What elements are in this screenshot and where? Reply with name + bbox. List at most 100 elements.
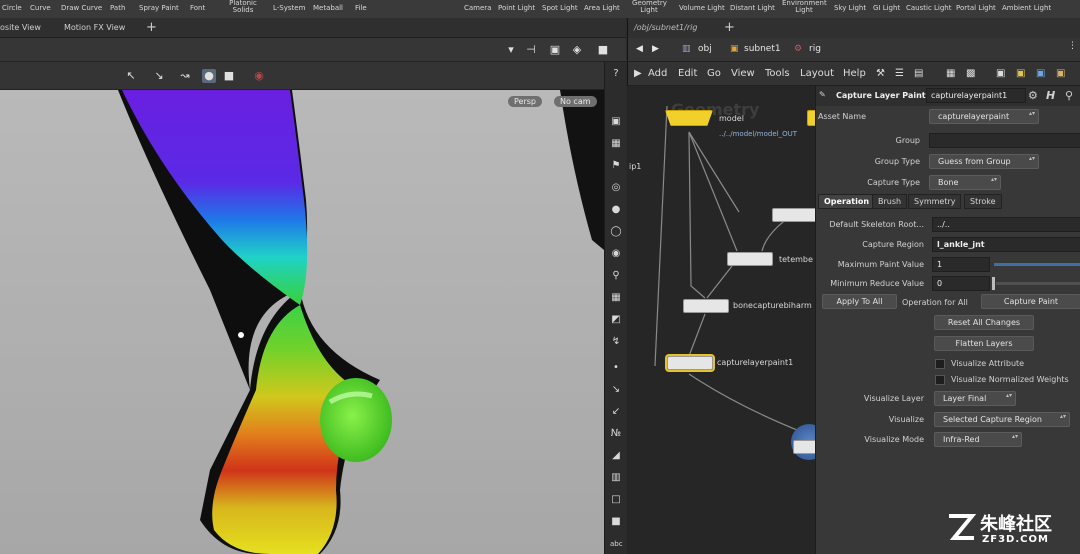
min-reduce-slider[interactable] [996, 282, 1080, 285]
tetembed-node[interactable] [727, 252, 773, 266]
display-icon[interactable]: ▣ [610, 116, 622, 128]
capture-region-field[interactable]: l_ankle_jnt [932, 237, 1080, 252]
output-node[interactable] [793, 440, 817, 454]
gear-icon[interactable]: ⚙ [1028, 89, 1038, 102]
frame-icon[interactable]: ▥ [610, 472, 622, 484]
shelf-tool-point-light[interactable]: Point Light [498, 4, 535, 12]
shelf-tool-draw-curve[interactable]: Draw Curve [61, 4, 102, 12]
tree-icon[interactable]: ☰ [895, 68, 904, 79]
pose-icon[interactable]: ↝ [178, 69, 192, 83]
wrangle-node[interactable] [772, 208, 817, 222]
min-reduce-field[interactable]: 0 [932, 276, 990, 291]
point-icon[interactable]: • [610, 362, 622, 374]
min-reduce-slider-handle[interactable] [992, 277, 995, 290]
shelf-tool-path[interactable]: Path [110, 4, 125, 12]
capturelayerpaint-node[interactable] [665, 354, 715, 372]
snap-icon[interactable]: ⚲ [610, 270, 622, 282]
record-icon[interactable]: ◉ [252, 69, 266, 83]
shelf-tool-volume-light[interactable]: Volume Light [679, 4, 725, 12]
light-icon[interactable]: ◉ [610, 248, 622, 260]
shelf-tool-geometry-light[interactable]: Geometry Light [632, 0, 667, 14]
group-type-dropdown[interactable]: Guess from Group [929, 154, 1039, 169]
asset-name-dropdown[interactable]: capturelayerpaint [929, 109, 1039, 124]
bonecapture-node[interactable] [683, 299, 729, 313]
reset-all-button[interactable]: Reset All Changes [934, 315, 1034, 330]
capture-type-dropdown[interactable]: Bone [929, 175, 1001, 190]
operation-all-dropdown[interactable]: Capture Paint [981, 294, 1080, 309]
table-icon[interactable]: ▩ [966, 68, 975, 79]
shelf-tool-ambient-light[interactable]: Ambient Light [1002, 4, 1051, 12]
snap-mode-icon[interactable]: ↯ [610, 336, 622, 348]
camera-menu[interactable]: No cam [554, 96, 597, 107]
3d-viewport[interactable]: Persp No cam [0, 90, 604, 554]
menu-help[interactable]: Help [843, 68, 866, 79]
menu-go[interactable]: Go [707, 68, 721, 79]
transform-icon[interactable]: ↘ [152, 69, 166, 83]
image-icon[interactable]: ▣ [1036, 68, 1045, 79]
menu-add[interactable]: ▶ [634, 68, 642, 79]
shelf-tool-circle[interactable]: Circle [2, 4, 22, 12]
flatten-layers-button[interactable]: Flatten Layers [934, 336, 1034, 351]
shelf-tool-gi-light[interactable]: GI Light [873, 4, 900, 12]
square-icon[interactable]: ■ [222, 69, 236, 83]
ruler-icon[interactable]: ◢ [610, 450, 622, 462]
lock-icon[interactable]: ⚑ [610, 160, 622, 172]
menu-add-label[interactable]: Add [648, 68, 667, 79]
tab-composite-view[interactable]: osite View [0, 23, 41, 32]
visualize-normalized-checkbox[interactable] [935, 375, 945, 385]
forward-icon[interactable]: ▶ [652, 44, 659, 54]
fullscreen-icon[interactable]: □ [610, 494, 622, 506]
stop-icon[interactable]: ■ [610, 516, 622, 528]
search-icon[interactable]: ⚲ [1065, 89, 1073, 102]
list-icon[interactable]: ▤ [914, 68, 923, 79]
wireframe-icon[interactable]: ▦ [610, 138, 622, 150]
breadcrumb-rig[interactable]: rig [809, 44, 821, 54]
dropdown-icon[interactable]: ▾ [504, 43, 518, 57]
tab-operation[interactable]: Operation [818, 194, 876, 209]
visualize-attribute-checkbox[interactable] [935, 359, 945, 369]
shading-icon[interactable]: ● [610, 204, 622, 216]
menu-edit[interactable]: Edit [678, 68, 697, 79]
abc-icon[interactable]: abc [610, 538, 623, 550]
visualize-dropdown[interactable]: Selected Capture Region [934, 412, 1070, 427]
add-tab-icon[interactable]: + [724, 20, 735, 35]
wrench-icon[interactable]: ⚒ [876, 68, 885, 79]
edge-icon[interactable]: ↘ [610, 384, 622, 396]
back-icon[interactable]: ◀ [636, 44, 643, 54]
shelf-tool-area-light[interactable]: Area Light [584, 4, 620, 12]
persp-menu[interactable]: Persp [508, 96, 542, 107]
palette-icon[interactable]: ▣ [996, 68, 1005, 79]
shelf-tool-environment-light[interactable]: Environment Light [782, 0, 827, 14]
shelf-tool-metaball[interactable]: Metaball [313, 4, 343, 12]
skeleton-root-field[interactable]: ../.. [932, 217, 1080, 232]
shelf-tool-camera[interactable]: Camera [464, 4, 491, 12]
group-field[interactable] [929, 133, 1080, 148]
menu-layout[interactable]: Layout [800, 68, 834, 79]
select-icon[interactable]: ↖ [124, 69, 138, 83]
max-paint-slider[interactable] [994, 263, 1080, 266]
max-paint-field[interactable]: 1 [932, 257, 990, 272]
pin-icon[interactable]: ⊣ [524, 43, 538, 57]
apply-to-all-button[interactable]: Apply To All [822, 294, 897, 309]
shelf-tool-sky-light[interactable]: Sky Light [834, 4, 866, 12]
visibility-icon[interactable]: ◎ [610, 182, 622, 194]
paint-mode-icon[interactable]: ● [202, 69, 216, 83]
shelf-tool-portal-light[interactable]: Portal Light [956, 4, 996, 12]
shelf-tool-curve[interactable]: Curve [30, 4, 51, 12]
shelf-tool-file[interactable]: File [355, 4, 367, 12]
menu-view[interactable]: View [731, 68, 755, 79]
network-icon[interactable]: ◈ [570, 43, 584, 57]
menu-tools[interactable]: Tools [765, 68, 790, 79]
bulb-icon[interactable]: ◯ [610, 226, 622, 238]
shelf-tool-caustic-light[interactable]: Caustic Light [906, 4, 952, 12]
add-tab-icon[interactable]: + [146, 20, 157, 35]
node-name-field[interactable]: capturelayerpaint1 [926, 88, 1026, 103]
breadcrumb-subnet1[interactable]: subnet1 [744, 44, 781, 54]
shelf-tool-l-system[interactable]: L-System [273, 4, 305, 12]
visualize-mode-dropdown[interactable]: Infra-Red [934, 432, 1022, 447]
pane-menu-icon[interactable]: ⋮ [1068, 41, 1077, 51]
model-node[interactable] [665, 110, 713, 126]
pin-side-icon[interactable]: ↙ [610, 406, 622, 418]
grid-view-icon[interactable]: ▦ [946, 68, 955, 79]
grid-icon[interactable]: ▦ [610, 292, 622, 304]
